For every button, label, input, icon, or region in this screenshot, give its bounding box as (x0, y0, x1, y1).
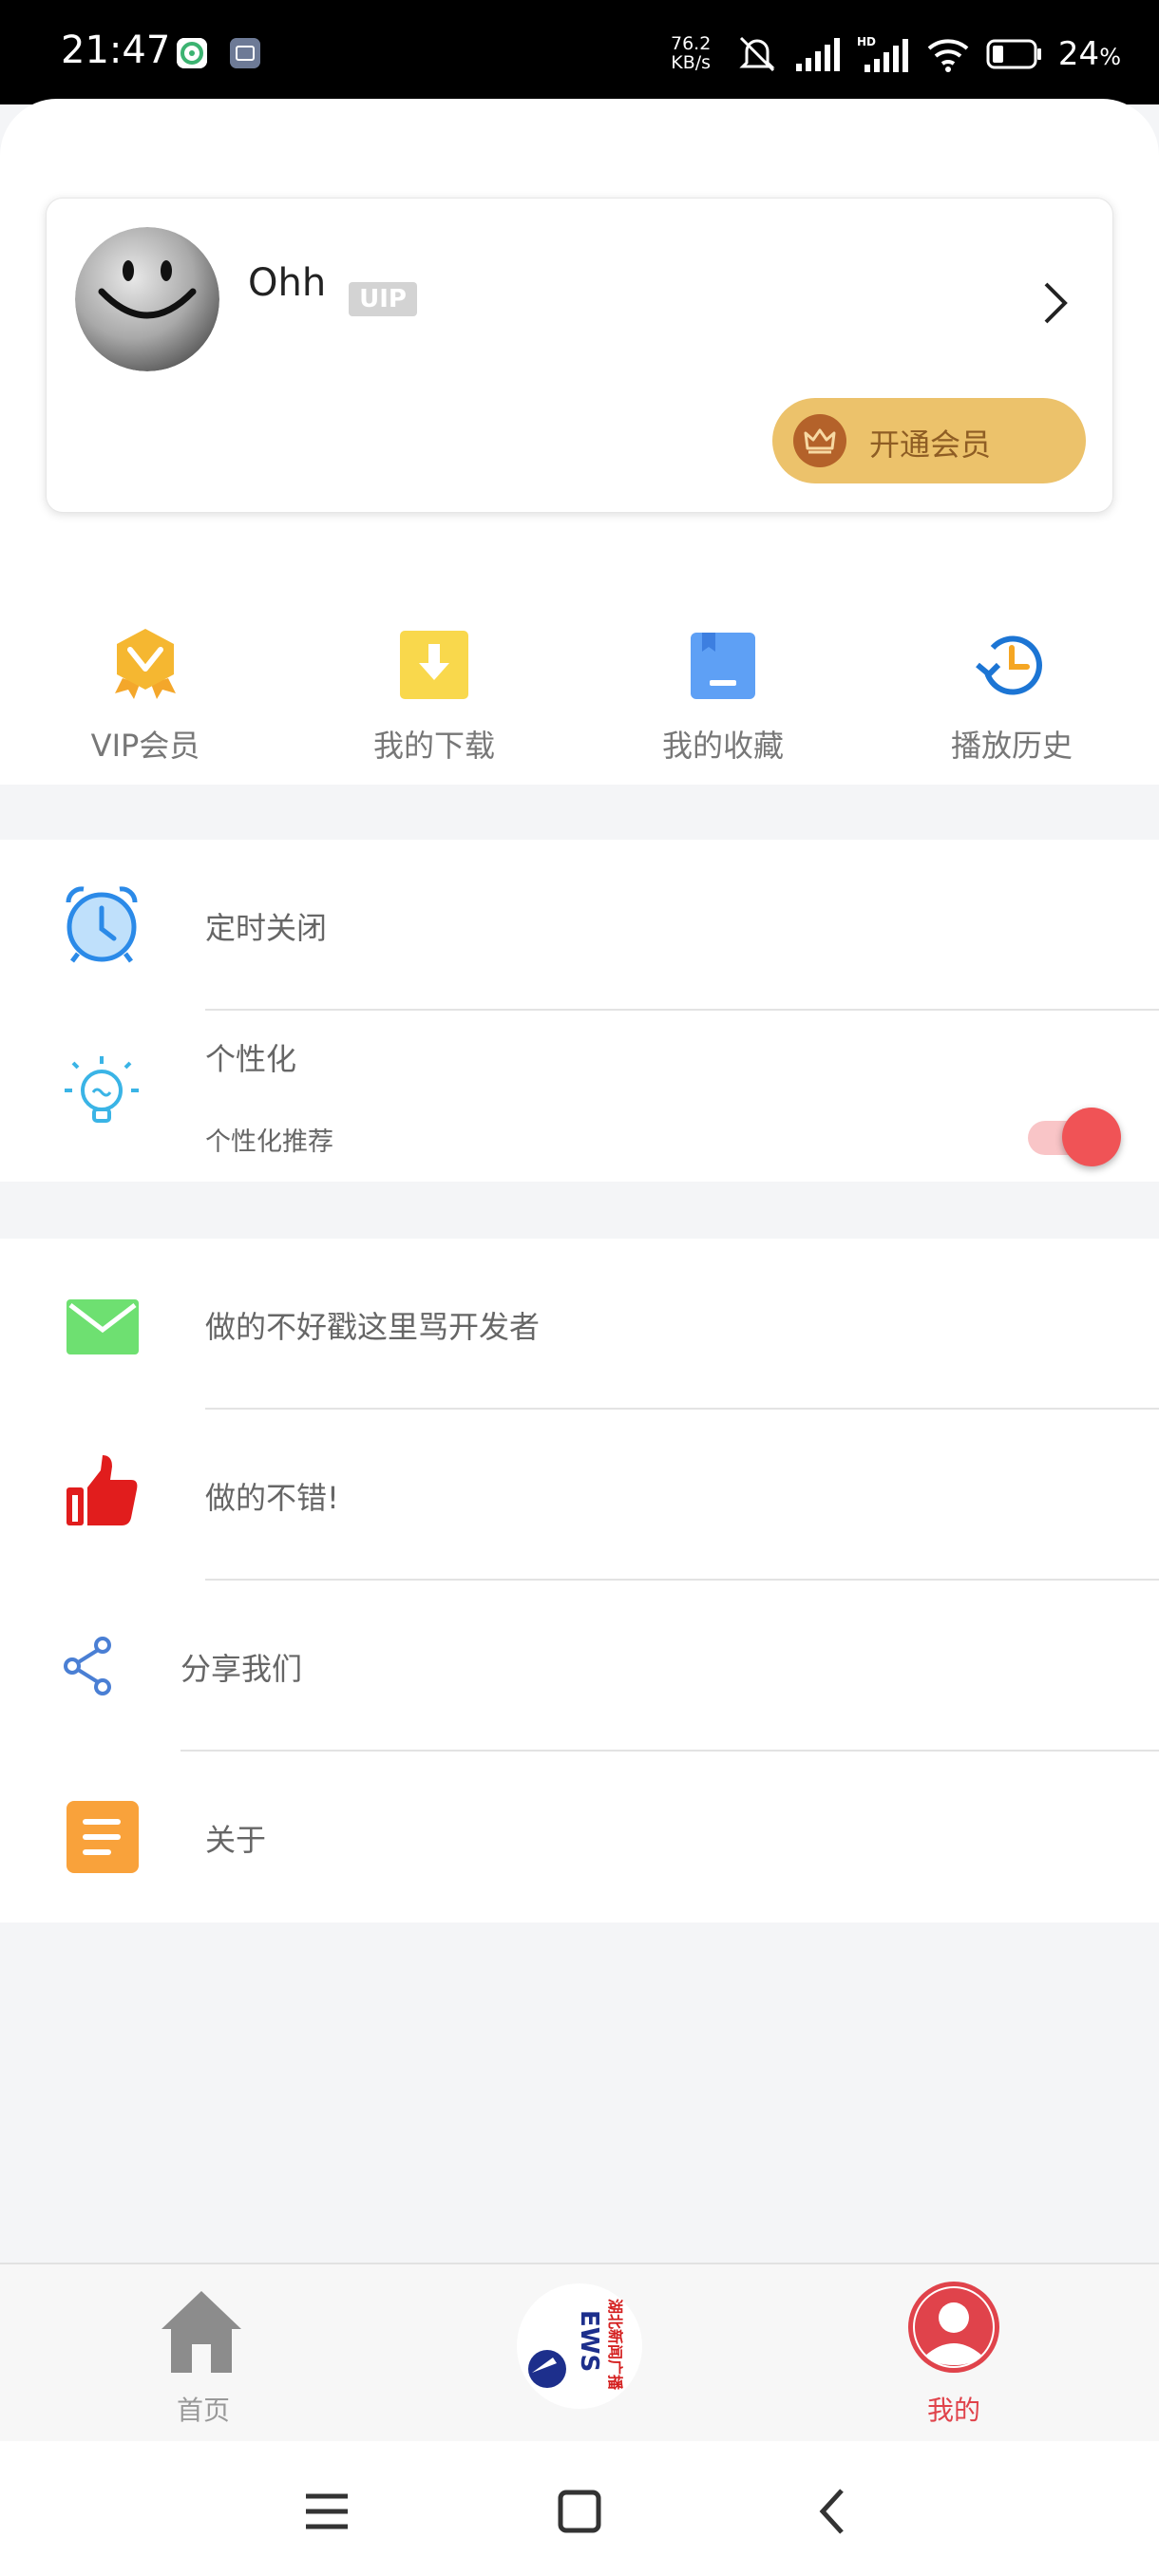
battery-icon (986, 39, 1041, 69)
quick-download[interactable]: 我的下载 (315, 617, 553, 769)
feedback-section: 做的不好戳这里骂开发者 做的不错! 分享我们 关于 (0, 1239, 1159, 1923)
news-logo-icon: EWS 湖北新闻广播 (517, 2283, 642, 2409)
battery-text: 24% (1058, 35, 1121, 73)
home-icon (162, 2291, 241, 2373)
personalize-sublabel: 个性化推荐 (205, 1127, 333, 1157)
share-icon (64, 1637, 111, 1695)
vip-badge: UIP (349, 282, 417, 316)
share-label: 分享我们 (180, 1651, 303, 1687)
thumbs-up-icon (66, 1455, 138, 1525)
screen: 21:47 76.2 KB/s HD 24% Ohh UIP 开通会员 VIP会… (0, 0, 1159, 2576)
net-speed: 76.2 KB/s (671, 34, 711, 72)
open-vip-label: 开通会员 (869, 426, 992, 463)
menu-icon[interactable] (298, 2483, 355, 2540)
share-row[interactable]: 分享我们 (0, 1581, 1159, 1752)
about-row[interactable]: 关于 (0, 1752, 1159, 1923)
mail-icon (66, 1299, 139, 1354)
tab-news-logo[interactable]: EWS 湖北新闻广播 (437, 2264, 722, 2443)
news-logo-mark: EWS (575, 2310, 603, 2372)
home-square-icon[interactable] (551, 2483, 608, 2540)
personalize-row[interactable]: 个性化 个性化推荐 (0, 1011, 1159, 1182)
signal-1-icon (795, 38, 840, 71)
settings-section: 定时关闭 个性化 个性化推荐 (0, 840, 1159, 1182)
battery-unit: % (1099, 44, 1121, 70)
quick-history[interactable]: 播放历史 (893, 617, 1130, 769)
username: Ohh (248, 261, 327, 305)
lightbulb-icon (65, 1056, 139, 1123)
tab-mine-label: 我的 (926, 2395, 980, 2426)
signal-hd-icon: HD (857, 35, 908, 72)
timer-row[interactable]: 定时关闭 (0, 840, 1159, 1011)
quick-favorites[interactable]: 我的收藏 (604, 617, 842, 769)
quick-vip[interactable]: VIP会员 (27, 617, 264, 769)
complain-row[interactable]: 做的不好戳这里骂开发者 (0, 1239, 1159, 1410)
battery-percent: 24 (1057, 35, 1100, 73)
alarm-clock-icon (66, 886, 138, 963)
system-nav-bar (0, 2441, 1159, 2576)
history-icon (976, 635, 1042, 695)
status-icons: HD 24% (735, 32, 1121, 76)
toggle-knob (1062, 1108, 1121, 1166)
chat-app-icon (177, 38, 207, 68)
quick-actions: VIP会员 我的下载 我的收藏 播放历史 (0, 617, 1159, 769)
svg-text:HD: HD (857, 35, 876, 48)
net-speed-unit: KB/s (671, 52, 712, 73)
timer-label: 定时关闭 (205, 910, 328, 946)
news-logo-text: 湖北新闻广播 (606, 2299, 624, 2391)
user-profile-icon (908, 2282, 999, 2373)
like-row[interactable]: 做的不错! (0, 1410, 1159, 1581)
back-icon[interactable] (806, 2483, 863, 2540)
tab-home[interactable]: 首页 (61, 2264, 346, 2443)
like-label: 做的不错! (205, 1480, 339, 1516)
personalize-label: 个性化 (205, 1041, 297, 1077)
gallery-app-icon (230, 38, 260, 68)
document-icon (66, 1801, 139, 1873)
quick-history-label: 播放历史 (950, 728, 1073, 764)
quick-download-label: 我的下载 (372, 728, 495, 764)
bottom-nav: 首页 EWS 湖北新闻广播 我的 (0, 2263, 1159, 2441)
tab-home-label: 首页 (176, 2395, 230, 2426)
complain-label: 做的不好戳这里骂开发者 (205, 1309, 541, 1345)
about-label: 关于 (205, 1822, 267, 1858)
avatar[interactable] (75, 227, 219, 371)
open-vip-button[interactable]: 开通会员 (772, 398, 1086, 483)
download-icon (400, 631, 468, 699)
vip-icon (115, 629, 176, 699)
favorites-icon (691, 633, 755, 699)
profile-card[interactable]: Ohh UIP 开通会员 (46, 198, 1113, 513)
personalize-toggle[interactable] (1028, 1102, 1121, 1168)
mute-bell-icon (739, 36, 775, 72)
crown-icon (793, 414, 846, 467)
status-time: 21:47 (61, 28, 171, 72)
quick-vip-label: VIP会员 (90, 728, 200, 764)
chevron-right-icon[interactable] (1036, 278, 1074, 328)
net-speed-value: 76.2 (671, 33, 712, 54)
status-bar: 21:47 76.2 KB/s HD 24% (0, 0, 1159, 104)
tab-mine[interactable]: 我的 (811, 2264, 1096, 2443)
wifi-icon (927, 39, 969, 72)
quick-favorites-label: 我的收藏 (661, 728, 784, 764)
